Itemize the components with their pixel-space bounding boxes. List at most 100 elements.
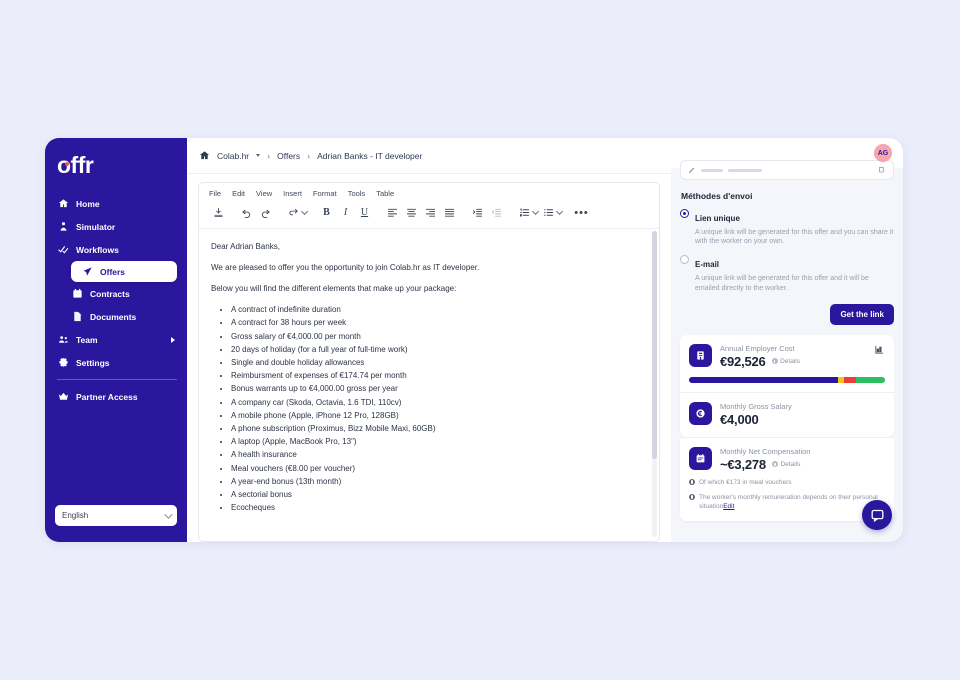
user-simulator-icon (57, 220, 70, 233)
chevron-down-icon[interactable] (256, 154, 261, 157)
card-label: Monthly Gross Salary (720, 401, 792, 411)
sidebar-divider (57, 379, 177, 380)
document-greeting: Dear Adrian Banks, (211, 242, 280, 251)
crown-icon (57, 390, 70, 403)
logo-accent-dot (65, 162, 69, 166)
list-item: A company car (Skoda, Octavia, 1.6 TDI, … (231, 397, 645, 409)
home-icon[interactable] (199, 150, 210, 161)
save-icon[interactable] (209, 204, 228, 221)
editor-toolbar: B I U ••• (199, 200, 659, 229)
sidebar-item-label: Partner Access (76, 391, 138, 402)
send-option-unique-link[interactable]: Lien unique A unique link will be genera… (680, 208, 894, 247)
menu-format[interactable]: Format (313, 189, 337, 198)
details-link[interactable]: Details (771, 460, 801, 468)
list-item: Meal vouchers (€8.00 per voucher) (231, 463, 645, 475)
more-options-icon[interactable]: ••• (572, 204, 591, 221)
copy-icon[interactable] (878, 166, 886, 174)
main-content: Colab.hr › Offers › Adrian Banks - IT de… (187, 138, 671, 542)
sidebar-item-documents[interactable]: Documents (45, 305, 187, 328)
card-amount: €92,526 (720, 353, 766, 369)
sidebar-item-team[interactable]: Team (45, 328, 187, 351)
bar-chart-icon[interactable] (874, 344, 885, 355)
sidebar-item-contracts[interactable]: Contracts (45, 282, 187, 305)
euro-coin-icon (689, 401, 712, 425)
input-value-obscured (701, 168, 723, 172)
radio-selected-icon[interactable] (680, 209, 689, 218)
redo-icon[interactable] (256, 204, 275, 221)
card-label: Monthly Net Compensation (720, 446, 811, 456)
breadcrumb-separator: › (307, 150, 311, 161)
chat-bubble-icon[interactable] (862, 500, 892, 530)
send-methods-title: Méthodes d'envoi (681, 191, 753, 201)
info-icon (771, 461, 778, 468)
breadcrumb: Colab.hr › Offers › Adrian Banks - IT de… (187, 138, 671, 174)
gear-icon (57, 356, 70, 369)
sidebar-item-simulator[interactable]: Simulator (45, 215, 187, 238)
indent-decrease-icon[interactable] (487, 204, 506, 221)
home-icon (57, 197, 70, 210)
breadcrumb-item-offers[interactable]: Offers (277, 151, 300, 161)
sidebar-item-partner-access[interactable]: Partner Access (45, 385, 187, 408)
edit-pencil-icon (688, 166, 696, 174)
align-left-icon[interactable] (383, 204, 402, 221)
avatar[interactable]: AG (874, 144, 892, 162)
indent-increase-icon[interactable] (468, 204, 487, 221)
sidebar-item-offers[interactable]: Offers (71, 261, 177, 282)
sidebar-item-workflows[interactable]: Workflows (45, 238, 187, 261)
menu-insert[interactable]: Insert (283, 189, 302, 198)
app-logo-text: offr (57, 151, 94, 178)
menu-edit[interactable]: Edit (232, 189, 245, 198)
details-label: Details (780, 357, 800, 365)
document-bullet-list: A contract of indefinite duration A cont… (231, 304, 645, 513)
document-intro: We are pleased to offer you the opportun… (211, 263, 480, 273)
list-item: Bonus warrants up to €4,000.00 gross per… (231, 383, 645, 395)
bold-button[interactable]: B (317, 204, 336, 221)
rich-text-editor: File Edit View Insert Format Tools Table (198, 182, 660, 542)
merge-field-icon[interactable] (284, 204, 303, 221)
italic-button[interactable]: I (336, 204, 355, 221)
card-amount: €4,000 (720, 411, 759, 427)
send-option-label: Lien unique (695, 214, 740, 223)
undo-icon[interactable] (237, 204, 256, 221)
menu-file[interactable]: File (209, 189, 221, 198)
details-link[interactable]: Details (771, 357, 800, 365)
list-item: A phone subscription (Proximus, Bizz Mob… (231, 423, 645, 435)
get-the-link-button[interactable]: Get the link (830, 303, 894, 325)
right-sidebar: AG Méthodes d'envoi Lien unique A unique… (671, 138, 903, 542)
send-option-description: A unique link will be generated for this… (695, 228, 894, 246)
align-center-icon[interactable] (402, 204, 421, 221)
menu-table[interactable]: Table (376, 189, 394, 198)
breadcrumb-item-current: Adrian Banks - IT developer (317, 150, 423, 161)
edit-link[interactable]: Edit (723, 503, 734, 510)
list-item: A contract of indefinite duration (231, 304, 645, 316)
bullet-list-icon[interactable] (539, 204, 558, 221)
document-body[interactable]: Dear Adrian Banks, We are pleased to off… (199, 229, 659, 541)
document-scrollbar-thumb[interactable] (652, 231, 657, 459)
align-justify-icon[interactable] (440, 204, 459, 221)
send-option-email[interactable]: E-mail A unique link will be generated f… (680, 254, 894, 293)
progress-segment (689, 376, 838, 383)
breadcrumb-item-workspace[interactable]: Colab.hr (217, 151, 249, 161)
details-label: Details (780, 460, 801, 468)
app-logo[interactable]: offr (45, 147, 187, 183)
sidebar-item-label: Team (76, 334, 98, 345)
radio-unselected-icon[interactable] (680, 255, 689, 265)
ordered-list-icon[interactable] (515, 204, 534, 221)
list-item: Reimbursment of expenses of €174.74 per … (231, 370, 645, 382)
language-select[interactable]: English (55, 505, 177, 526)
list-item: A mobile phone (Apple, iPhone 12 Pro, 12… (231, 410, 645, 422)
offer-title-input[interactable] (680, 160, 894, 180)
card-annual-employer-cost: Annual Employer Cost €92,526 Details (680, 334, 894, 392)
card-label: Annual Employer Cost (720, 343, 795, 353)
info-icon (689, 478, 695, 485)
align-right-icon[interactable] (421, 204, 440, 221)
language-select-value: English (62, 511, 89, 520)
menu-tools[interactable]: Tools (348, 189, 366, 198)
sidebar-nav: Home Simulator Workflows Offers Contract… (45, 192, 187, 408)
underline-button[interactable]: U (355, 204, 374, 221)
sidebar-item-settings[interactable]: Settings (45, 351, 187, 374)
menu-view[interactable]: View (256, 189, 272, 198)
sidebar-item-home[interactable]: Home (45, 192, 187, 215)
bank-building-icon (689, 343, 712, 367)
cost-breakdown-progress (689, 376, 885, 383)
